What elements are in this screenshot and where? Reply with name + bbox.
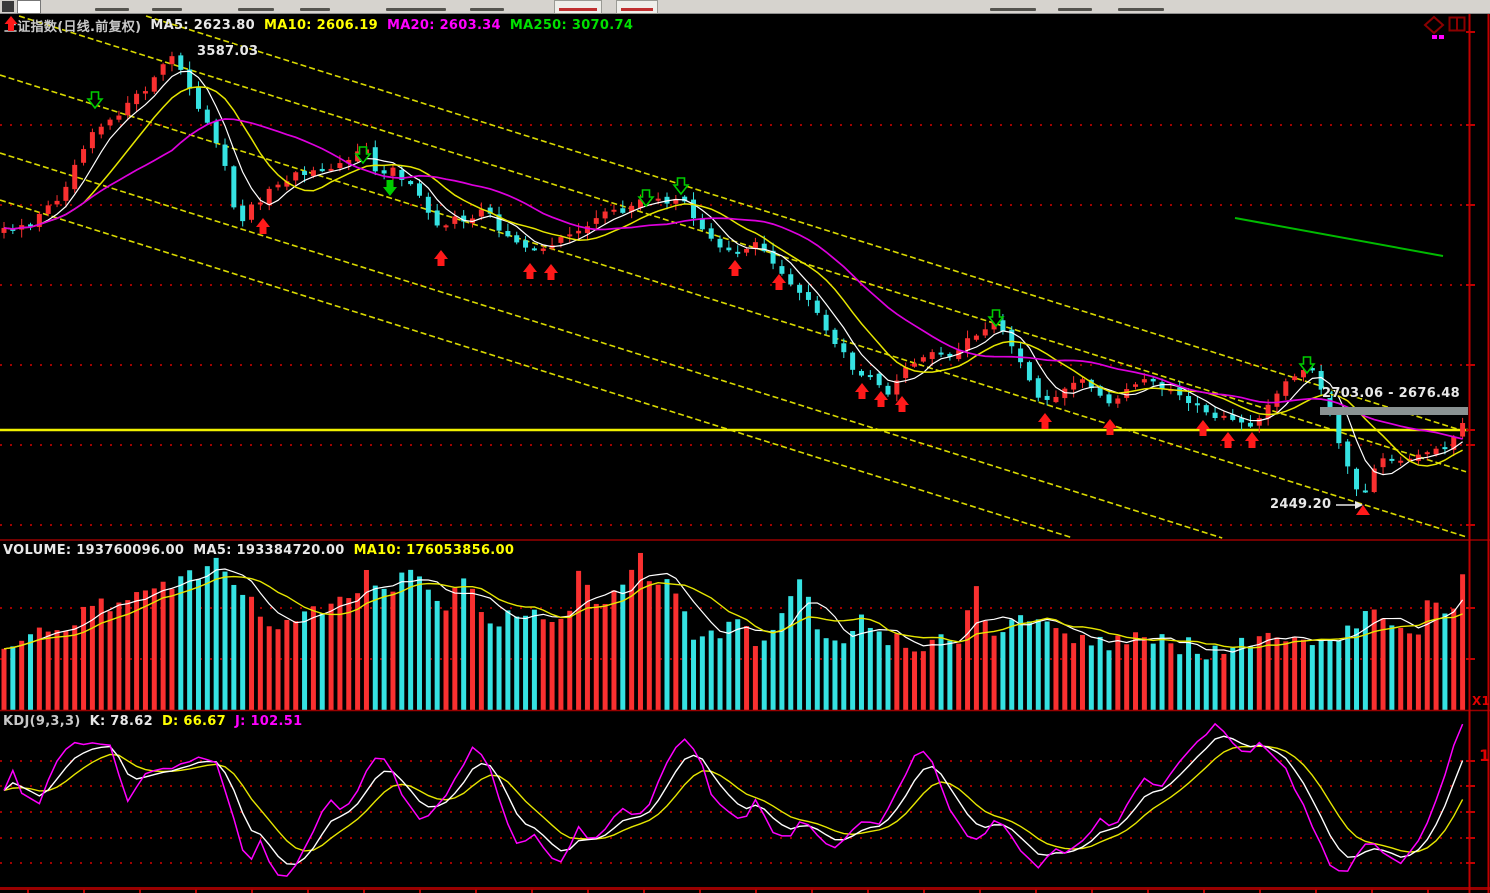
chart-tool-icons bbox=[1420, 14, 1470, 42]
ma5-label: MA5: 2623.80 bbox=[150, 18, 255, 33]
kdj-scale-partial-label: 1 bbox=[1479, 746, 1490, 765]
kdj-k-label: K: 78.62 bbox=[90, 714, 153, 729]
volume-panel[interactable] bbox=[0, 541, 1470, 710]
selection-handle-dot[interactable] bbox=[1432, 35, 1437, 39]
toolbar-text-stub[interactable] bbox=[990, 8, 1036, 11]
toolbar-button-stub[interactable] bbox=[554, 0, 602, 14]
ma250-label: MA250: 3070.74 bbox=[510, 18, 633, 33]
toolbar-text-stub[interactable] bbox=[95, 8, 129, 11]
volume-ma10-label: MA10: 176053856.00 bbox=[354, 543, 515, 558]
volume-scale-label: X1 bbox=[1472, 694, 1490, 708]
peak-price-label: 3587.03 bbox=[197, 44, 258, 59]
toolbar-text-stub[interactable] bbox=[152, 8, 182, 11]
ma20-label: MA20: 2603.34 bbox=[387, 18, 501, 33]
main-chart-panel[interactable] bbox=[0, 14, 1470, 540]
volume-legend: VOLUME: 193760096.00 MA5: 193384720.00 M… bbox=[3, 543, 514, 558]
gap-range-label: 2703.06 - 2676.48 bbox=[1322, 386, 1460, 401]
main-chart-legend: 上证指数(日线.前复权) MA5: 2623.80 MA10: 2606.19 … bbox=[4, 16, 633, 35]
ma10-label: MA10: 2606.19 bbox=[264, 18, 378, 33]
kdj-panel[interactable] bbox=[0, 711, 1470, 889]
toolbar-icon-stub-white[interactable] bbox=[17, 0, 41, 14]
toolbar-text-stub[interactable] bbox=[470, 8, 504, 11]
low-price-label: 2449.20 bbox=[1270, 497, 1331, 512]
toolbar-text-stub[interactable] bbox=[300, 8, 330, 11]
toolbar-text-stub[interactable] bbox=[1118, 8, 1164, 11]
kdj-name-label: KDJ(9,3,3) bbox=[3, 714, 81, 729]
chart-title: 上证指数(日线.前复权) bbox=[4, 16, 141, 35]
volume-ma5-label: MA5: 193384720.00 bbox=[193, 543, 344, 558]
toolbar-text-stub[interactable] bbox=[386, 8, 446, 11]
toolbar-icon-stub-dark[interactable] bbox=[2, 1, 14, 12]
diamond-icon[interactable] bbox=[1425, 17, 1443, 33]
toolbar-text-stub[interactable] bbox=[238, 8, 274, 11]
kdj-legend: KDJ(9,3,3) K: 78.62 D: 66.67 J: 102.51 bbox=[3, 714, 302, 729]
toolbar-button-stub[interactable] bbox=[616, 0, 658, 14]
kdj-j-label: J: 102.51 bbox=[235, 714, 302, 729]
kdj-d-label: D: 66.67 bbox=[162, 714, 226, 729]
top-toolbar bbox=[0, 0, 1490, 14]
toolbar-text-stub[interactable] bbox=[1058, 8, 1092, 11]
selection-handle-dot[interactable] bbox=[1439, 35, 1444, 39]
trading-app-window: { "main_legend": { "title": "上证指数(日线.前复权… bbox=[0, 0, 1490, 893]
volume-label: VOLUME: 193760096.00 bbox=[3, 543, 184, 558]
up-arrow-icon bbox=[4, 16, 18, 31]
